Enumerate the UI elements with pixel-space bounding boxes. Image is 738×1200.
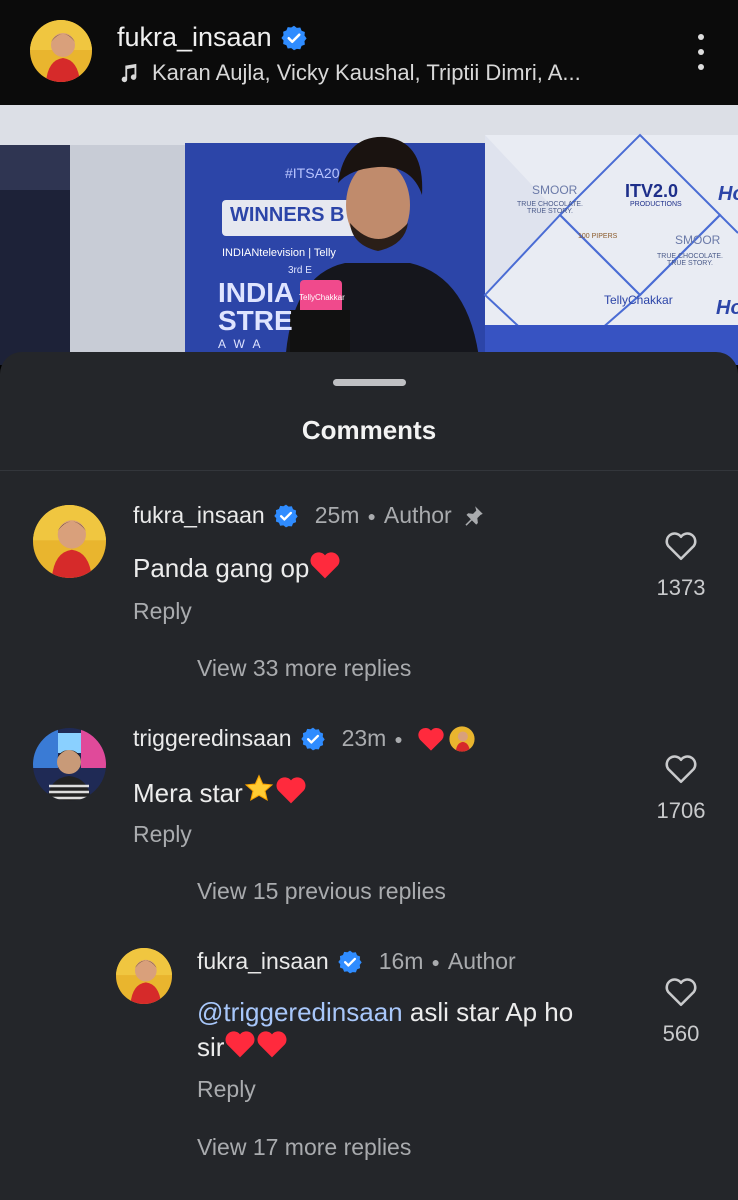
more-vertical-icon[interactable] [694, 34, 708, 70]
verified-badge-icon [274, 504, 298, 527]
separator-dot: ● [394, 730, 403, 747]
verified-badge-icon [281, 25, 307, 50]
banner-stre: STRE [218, 305, 293, 336]
banner-awa: AWA [218, 337, 269, 351]
like-count: 1373 [656, 575, 706, 600]
avatar[interactable] [33, 728, 106, 801]
brand-telly: TellyChakkar [604, 293, 673, 307]
separator-dot: ● [431, 953, 440, 970]
video-header: fukra_insaan Karan Aujla, Vicky Kaushal,… [0, 0, 738, 105]
brand-pipers: 100 PIPERS [578, 233, 618, 240]
reply-button[interactable]: Reply [197, 1076, 256, 1103]
comment-text: Mera star [133, 778, 243, 808]
mic-label: TellyChakkar [299, 293, 345, 302]
comment-text-line2: sir [197, 1032, 225, 1062]
separator-dot: ● [367, 507, 376, 524]
red-heart-icon [310, 552, 340, 579]
creator-avatar-icon [449, 725, 475, 752]
brand-smoor: SMOOR [532, 183, 578, 197]
view-more-replies[interactable]: View 33 more replies [197, 655, 411, 682]
music-note-icon [121, 63, 137, 83]
red-heart-icon [257, 1031, 287, 1058]
comment-username[interactable]: fukra_insaan [197, 948, 329, 975]
divider [0, 470, 738, 471]
comment-text-row: @triggeredinsaan asli star Ap ho sir [197, 996, 637, 1064]
comment-time: 23m [341, 725, 387, 751]
glowing-star-icon [244, 774, 274, 802]
verified-badge-icon [300, 727, 325, 750]
pin-icon [465, 505, 483, 526]
comment-username[interactable]: triggeredinsaan [133, 725, 292, 752]
view-more-replies[interactable]: View 17 more replies [197, 1134, 411, 1161]
creator-liked-heart-icon [418, 727, 444, 751]
avatar[interactable] [30, 20, 92, 82]
comment-username[interactable]: fukra_insaan [133, 502, 265, 529]
mention-link[interactable]: @triggeredinsaan [197, 997, 403, 1027]
heart-outline-icon[interactable] [664, 976, 698, 1008]
comment-header: triggeredinsaan 23m ● [133, 725, 475, 752]
header-username[interactable]: fukra_insaan [117, 22, 272, 53]
avatar[interactable] [33, 505, 106, 578]
brand-tagline-2: TRUE CHOCOLATE. TRUE STORY. [657, 253, 723, 267]
drag-handle[interactable] [333, 379, 406, 386]
like-count: 560 [662, 1021, 700, 1046]
brand-partial: Ho [718, 183, 738, 205]
sheet-title: Comments [301, 415, 437, 445]
brand-partial-2: Ho [716, 297, 738, 319]
like-count: 1706 [656, 798, 706, 823]
heart-outline-icon[interactable] [664, 753, 698, 785]
music-row[interactable]: Karan Aujla, Vicky Kaushal, Triptii Dimr… [118, 60, 581, 86]
brand-itv: ITV2.0 [625, 181, 679, 201]
brand-smoor-2: SMOOR [675, 233, 721, 247]
reply-button[interactable]: Reply [133, 821, 192, 848]
red-heart-icon [276, 777, 306, 804]
brand-tagline: TRUE CHOCOLATE. TRUE STORY. [517, 201, 583, 215]
like-control: 1373 [651, 530, 711, 601]
heart-outline-icon[interactable] [664, 530, 698, 562]
comment-text-row: Panda gang op [133, 550, 341, 585]
comment-text: asli star Ap ho [402, 997, 574, 1027]
comments-sheet: Comments fukra_insaan 25m ● Author Panda… [0, 352, 738, 1200]
comment-time: 16m [378, 948, 424, 974]
red-heart-icon [225, 1031, 255, 1058]
comment-time: 25m [314, 502, 360, 528]
video-frame[interactable]: #ITSA20 WINNERS B INDIANtelevision | Tel… [0, 105, 738, 365]
banner-hashtag: #ITSA20 [285, 165, 340, 181]
avatar[interactable] [116, 948, 172, 1004]
like-control: 1706 [651, 753, 711, 824]
comment-text-row: Mera star [133, 773, 307, 810]
author-tag: Author [447, 948, 516, 974]
banner-network: INDIANtelevision | Telly [222, 247, 336, 259]
music-text: Karan Aujla, Vicky Kaushal, Triptii Dimr… [152, 60, 581, 85]
banner-edition: 3rd E [288, 265, 312, 276]
reply-button[interactable]: Reply [133, 598, 192, 625]
view-previous-replies[interactable]: View 15 previous replies [197, 878, 446, 905]
brand-itv-sub: PRODUCTIONS [630, 201, 682, 208]
comment-header: fukra_insaan 16m ● Author [197, 948, 516, 975]
header-username-row: fukra_insaan [117, 22, 308, 53]
like-control: 560 [651, 976, 711, 1047]
comment-header: fukra_insaan 25m ● Author [133, 502, 486, 529]
banner-winners: WINNERS B [230, 204, 345, 226]
comment-text: Panda gang op [133, 553, 310, 583]
author-tag: Author [383, 502, 452, 528]
verified-badge-icon [338, 950, 362, 973]
